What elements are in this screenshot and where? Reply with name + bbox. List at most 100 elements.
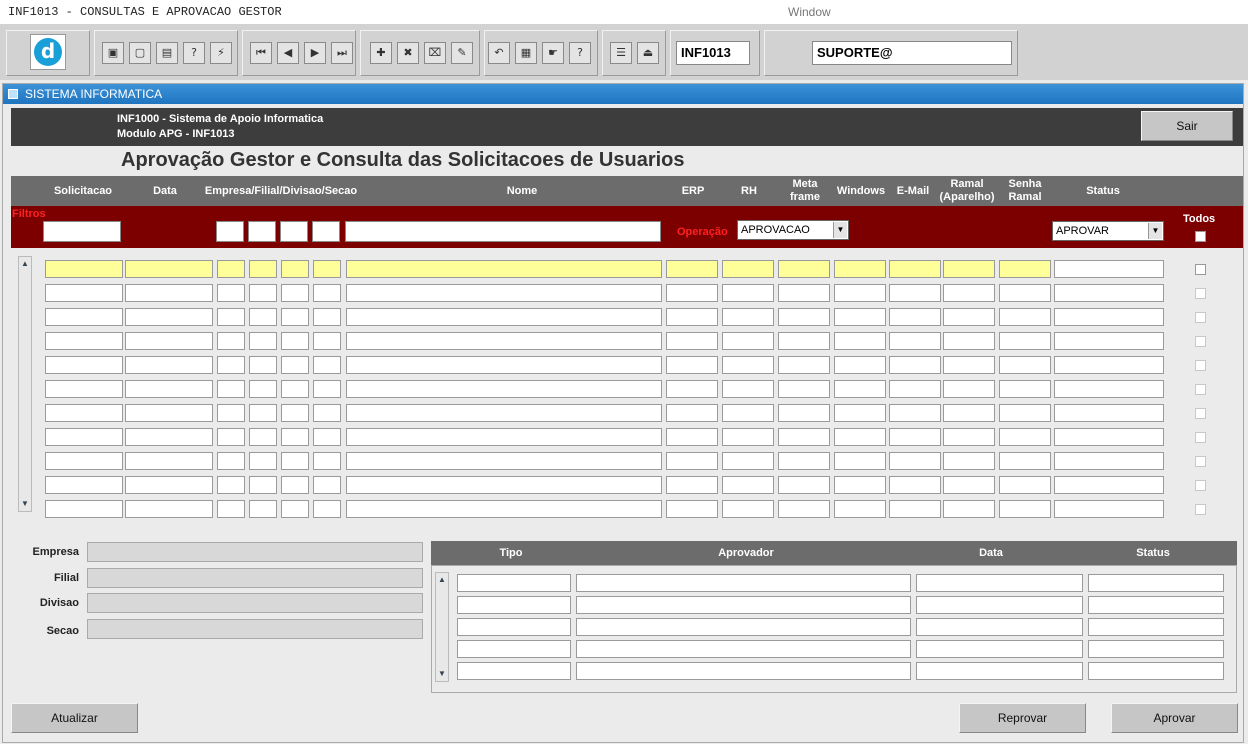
- filter-solicitacao[interactable]: [43, 221, 121, 242]
- grid-cell-windows[interactable]: [834, 428, 886, 446]
- grid-cell-rh[interactable]: [722, 452, 774, 470]
- filter-secao[interactable]: [312, 221, 340, 242]
- grid-cell-status[interactable]: [1054, 500, 1164, 518]
- grid-cell-senha-ramal[interactable]: [999, 500, 1051, 518]
- grid-cell-filial[interactable]: [249, 284, 277, 302]
- query-icon[interactable]: ?: [183, 42, 205, 64]
- grid-cell-status[interactable]: [1054, 428, 1164, 446]
- grid-cell-data[interactable]: [125, 332, 213, 350]
- grid-cell-filial[interactable]: [249, 260, 277, 278]
- grid-cell-status[interactable]: [1054, 332, 1164, 350]
- list-values-icon[interactable]: ☛: [542, 42, 564, 64]
- save-icon[interactable]: ▣: [102, 42, 124, 64]
- grid-cell-metaframe[interactable]: [778, 356, 830, 374]
- grid-cell-data[interactable]: [125, 428, 213, 446]
- clear-record-icon[interactable]: ⌧: [424, 42, 446, 64]
- scroll-up-icon[interactable]: ▲: [437, 574, 447, 586]
- grid-cell-email[interactable]: [889, 260, 941, 278]
- grid-cell-solicitacao[interactable]: [45, 452, 123, 470]
- grid-cell-empresa[interactable]: [217, 332, 245, 350]
- grid-cell-rh[interactable]: [722, 284, 774, 302]
- grid-cell-data[interactable]: [125, 260, 213, 278]
- grid-cell-solicitacao[interactable]: [45, 428, 123, 446]
- approval-cell-aprovador[interactable]: [576, 640, 911, 658]
- grid-cell-empresa[interactable]: [217, 500, 245, 518]
- grid-cell-filial[interactable]: [249, 332, 277, 350]
- grid-cell-erp[interactable]: [666, 260, 718, 278]
- approval-cell-data[interactable]: [916, 662, 1083, 680]
- grid-cell-email[interactable]: [889, 404, 941, 422]
- grid-cell-secao[interactable]: [313, 380, 341, 398]
- execute-query-icon[interactable]: ⚡: [210, 42, 232, 64]
- approval-cell-status[interactable]: [1088, 618, 1224, 636]
- grid-cell-divisao[interactable]: [281, 404, 309, 422]
- grid-cell-filial[interactable]: [249, 428, 277, 446]
- grid-cell-ramal[interactable]: [943, 284, 995, 302]
- grid-cell-email[interactable]: [889, 332, 941, 350]
- grid-cell-rh[interactable]: [722, 380, 774, 398]
- grid-cell-senha-ramal[interactable]: [999, 260, 1051, 278]
- grid-cell-solicitacao[interactable]: [45, 308, 123, 326]
- approvals-scrollbar[interactable]: ▲ ▼: [435, 572, 449, 682]
- grid-cell-erp[interactable]: [666, 500, 718, 518]
- grid-cell-metaframe[interactable]: [778, 500, 830, 518]
- grid-cell-rh[interactable]: [722, 428, 774, 446]
- window-icon[interactable]: ▢: [129, 42, 151, 64]
- grid-cell-divisao[interactable]: [281, 452, 309, 470]
- grid-cell-erp[interactable]: [666, 308, 718, 326]
- grid-cell-empresa[interactable]: [217, 404, 245, 422]
- grid-cell-erp[interactable]: [666, 380, 718, 398]
- insert-record-icon[interactable]: ✚: [370, 42, 392, 64]
- scroll-down-icon[interactable]: ▼: [20, 498, 30, 510]
- grid-cell-nome[interactable]: [346, 476, 662, 494]
- grid-cell-ramal[interactable]: [943, 500, 995, 518]
- grid-cell-email[interactable]: [889, 428, 941, 446]
- grid-cell-secao[interactable]: [313, 260, 341, 278]
- exit-button[interactable]: Sair: [1141, 111, 1233, 141]
- approval-cell-aprovador[interactable]: [576, 574, 911, 592]
- grid-cell-status[interactable]: [1054, 284, 1164, 302]
- grid-cell-rh[interactable]: [722, 500, 774, 518]
- row-select-checkbox[interactable]: [1195, 504, 1206, 515]
- filter-filial[interactable]: [248, 221, 276, 242]
- grid-cell-divisao[interactable]: [281, 284, 309, 302]
- clipboard-icon[interactable]: ▦: [515, 42, 537, 64]
- grid-cell-status[interactable]: [1054, 404, 1164, 422]
- grid-cell-ramal[interactable]: [943, 260, 995, 278]
- grid-cell-status[interactable]: [1054, 356, 1164, 374]
- grid-cell-secao[interactable]: [313, 332, 341, 350]
- status-filter-select[interactable]: APROVAR ▼: [1052, 221, 1164, 241]
- approval-cell-aprovador[interactable]: [576, 662, 911, 680]
- grid-cell-rh[interactable]: [722, 308, 774, 326]
- grid-cell-data[interactable]: [125, 476, 213, 494]
- approval-cell-data[interactable]: [916, 640, 1083, 658]
- grid-cell-nome[interactable]: [346, 260, 662, 278]
- grid-scrollbar[interactable]: ▲ ▼: [18, 256, 32, 512]
- grid-cell-rh[interactable]: [722, 356, 774, 374]
- grid-cell-windows[interactable]: [834, 380, 886, 398]
- grid-cell-solicitacao[interactable]: [45, 356, 123, 374]
- grid-cell-data[interactable]: [125, 284, 213, 302]
- next-record-icon[interactable]: ▶: [304, 42, 326, 64]
- grid-cell-ramal[interactable]: [943, 380, 995, 398]
- grid-cell-erp[interactable]: [666, 332, 718, 350]
- grid-cell-nome[interactable]: [346, 500, 662, 518]
- row-select-checkbox[interactable]: [1195, 264, 1206, 275]
- grid-cell-erp[interactable]: [666, 404, 718, 422]
- grid-cell-status[interactable]: [1054, 380, 1164, 398]
- grid-cell-data[interactable]: [125, 356, 213, 374]
- filter-empresa[interactable]: [216, 221, 244, 242]
- grid-cell-senha-ramal[interactable]: [999, 404, 1051, 422]
- scroll-up-icon[interactable]: ▲: [20, 258, 30, 270]
- grid-cell-divisao[interactable]: [281, 332, 309, 350]
- grid-cell-rh[interactable]: [722, 332, 774, 350]
- grid-cell-data[interactable]: [125, 380, 213, 398]
- grid-cell-divisao[interactable]: [281, 380, 309, 398]
- grid-cell-metaframe[interactable]: [778, 308, 830, 326]
- grid-cell-empresa[interactable]: [217, 452, 245, 470]
- grid-cell-erp[interactable]: [666, 476, 718, 494]
- grid-cell-ramal[interactable]: [943, 332, 995, 350]
- grid-cell-secao[interactable]: [313, 284, 341, 302]
- grid-cell-solicitacao[interactable]: [45, 332, 123, 350]
- grid-cell-ramal[interactable]: [943, 428, 995, 446]
